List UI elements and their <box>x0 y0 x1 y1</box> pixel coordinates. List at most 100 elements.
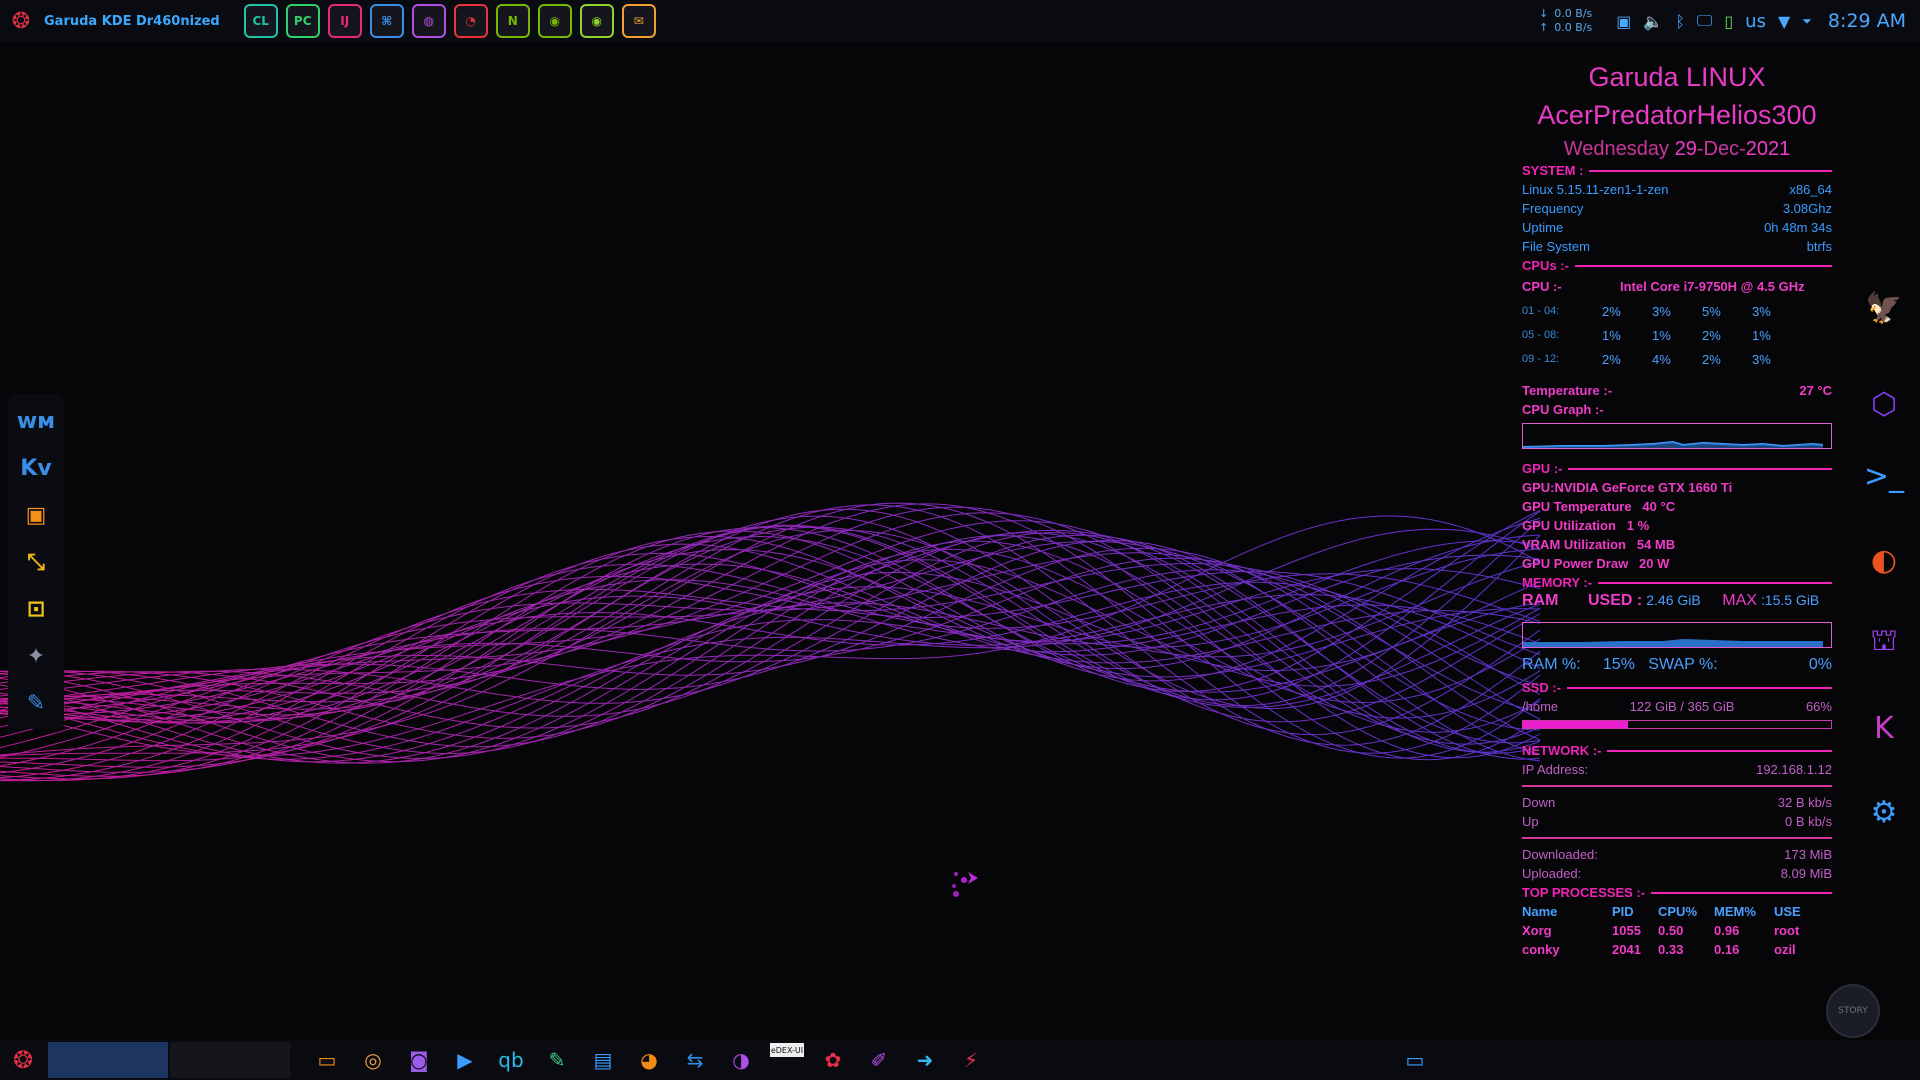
ram-graph <box>1522 622 1832 648</box>
terminal-icon[interactable]: >_ <box>1858 450 1910 502</box>
story-badge[interactable]: STORY <box>1826 984 1880 1038</box>
teamviewer-icon[interactable]: ⇆ <box>678 1043 712 1077</box>
raspberry-icon[interactable]: ✿ <box>816 1043 850 1077</box>
core-usage: 3% <box>1752 351 1771 367</box>
downloaded-row: Downloaded: 173 MiB <box>1522 847 1832 862</box>
core-usage: 4% <box>1652 351 1671 367</box>
left-dock: ᴡᴍ Kv ▣ ⤡ ⊡ ✦ ✎ <box>8 394 64 729</box>
core-range-label: 05 - 08: <box>1522 329 1560 341</box>
process-cell: 0.33 <box>1658 942 1684 957</box>
network-app-icon[interactable]: ⊡ <box>16 589 56 629</box>
cpu-graph <box>1522 423 1832 449</box>
keyboard-layout[interactable]: us <box>1745 11 1766 32</box>
arrows-app-icon[interactable]: ⤡ <box>16 542 56 582</box>
garuda-eagle-icon[interactable]: 🦅 <box>1858 282 1910 334</box>
monitor-icon[interactable]: 🖵 <box>1697 11 1712 31</box>
core-usage: 2% <box>1602 303 1621 319</box>
chrome-icon[interactable]: ◎ <box>356 1043 390 1077</box>
core-usage: 5% <box>1702 303 1721 319</box>
taskbar-apps: ▭ ◎ ◙ ▶ qb ✎ ▤ ◕ ⇆ ◑ eDEX-UI ✿ ✐ ➜ ⚡ <box>304 1043 994 1077</box>
video-call-icon[interactable]: ▶ <box>448 1043 482 1077</box>
nvidia-settings-icon[interactable]: N <box>495 4 530 38</box>
waveform-app-icon[interactable]: ᴡᴍ <box>16 401 56 441</box>
file-manager-icon[interactable]: ▭ <box>310 1043 344 1077</box>
bluetooth-icon[interactable]: ᛒ <box>1675 12 1685 31</box>
github-icon[interactable]: ◍ <box>411 4 446 38</box>
wifi-icon[interactable]: ▼ <box>1778 12 1790 31</box>
launcher-bar: CL PC IJ ⌘ ◍ ◔ N ◉ ◉ ✉ <box>240 4 660 38</box>
distro-name: Garuda LINUX <box>1588 62 1766 92</box>
store-bag-icon[interactable]: ⛫ <box>1858 616 1910 668</box>
kdenlive-icon[interactable]: Kv <box>16 448 56 488</box>
cpu-core-grid: 01 - 04: 2% 3% 5% 3% 05 - 08: 1% 1% 2% 1% 09 - 12:… <box>1522 299 1832 371</box>
process-row: Xorg 1055 0.50 0.96 root <box>1522 921 1832 940</box>
cpu-core-row: 01 - 04: 2% 3% 5% 3% <box>1522 299 1832 323</box>
process-column-header: CPU% <box>1658 904 1698 919</box>
process-header-row: Name PID CPU% MEM% USE <box>1522 902 1832 921</box>
ssd-section-header: SSD :- <box>1522 678 1832 697</box>
cpu-core-row: 09 - 12: 2% 4% 2% 3% <box>1522 347 1832 371</box>
battery-icon[interactable]: ▯ <box>1724 12 1733 31</box>
clion-icon[interactable]: CL <box>243 4 278 38</box>
feather-icon[interactable]: ✎ <box>16 683 56 723</box>
core-usage: 2% <box>1702 327 1721 343</box>
gpu-temp-row: GPU Temperature 40 °C <box>1522 499 1676 514</box>
garuda-start-icon[interactable]: ❂ <box>6 1043 40 1077</box>
cpu-model-row: CPU :- Intel Core i7-9750H @ 4.5 GHz <box>1522 279 1805 294</box>
divider <box>1522 837 1832 839</box>
speedometer-icon[interactable]: ◔ <box>453 4 488 38</box>
discord-icon[interactable]: ◙ <box>402 1043 436 1077</box>
bottom-panel: ❂ ▭ ◎ ◙ ▶ qb ✎ ▤ ◕ ⇆ ◑ eDEX-UI ✿ ✐ ➜ ⚡ ▭ <box>0 1040 1920 1080</box>
qbittorrent-icon[interactable]: qb <box>494 1043 528 1077</box>
process-row: conky 2041 0.33 0.16 ozil <box>1522 940 1832 959</box>
process-cell: conky <box>1522 942 1560 957</box>
virtualbox-icon[interactable]: ▣ <box>16 495 56 535</box>
gpu-power-row: GPU Power Draw 20 W <box>1522 556 1670 571</box>
flash-icon[interactable]: ⚡ <box>954 1043 988 1077</box>
disk-icon[interactable]: ▤ <box>586 1043 620 1077</box>
filesystem-row: File System btrfs <box>1522 239 1832 254</box>
send-icon[interactable]: ➜ <box>908 1043 942 1077</box>
settings-gear-icon[interactable]: ⚙ <box>1858 786 1910 838</box>
task-active[interactable] <box>48 1042 168 1078</box>
intellij-icon[interactable]: IJ <box>327 4 362 38</box>
date-day: Wednesday <box>1563 138 1670 160</box>
pen-icon[interactable]: ✐ <box>862 1043 896 1077</box>
tray-expand-icon[interactable]: ⏷ <box>1802 14 1812 29</box>
dragon-icon[interactable]: ◐ <box>1858 534 1910 586</box>
frequency-row: Frequency 3.08Ghz <box>1522 201 1832 216</box>
date: Wednesday 29-Dec-2021 <box>1522 138 1832 161</box>
process-table: Name PID CPU% MEM% USE Xorg 1055 0.50 0.96 root co… <box>1522 902 1832 959</box>
kde-connect-icon[interactable]: K <box>1858 702 1910 754</box>
pycharm-icon[interactable]: PC <box>285 4 320 38</box>
processes-section-header: TOP PROCESSES :- <box>1522 883 1832 902</box>
ip-row: IP Address: 192.168.1.12 <box>1522 762 1832 777</box>
core-usage: 2% <box>1702 351 1721 367</box>
nvidia-icon[interactable]: ◉ <box>537 4 572 38</box>
process-cell: 2041 <box>1612 942 1641 957</box>
partition-icon[interactable]: ◕ <box>632 1043 666 1077</box>
down-row: Down 32 B kb/s <box>1522 795 1832 810</box>
vscode-icon[interactable]: ⌘ <box>369 4 404 38</box>
garuda-assistant-icon[interactable]: ⬡ <box>1858 378 1910 430</box>
task-inactive[interactable] <box>170 1042 290 1078</box>
divider <box>1522 785 1832 787</box>
memory-section-header: MEMORY :- <box>1522 573 1832 592</box>
show-desktop-icon[interactable]: ▭ <box>1398 1043 1432 1077</box>
obs-icon[interactable]: ◑ <box>724 1043 758 1077</box>
net-arrows-icon: ↓ ↑ <box>1539 7 1549 34</box>
edex-icon[interactable]: eDEX-UI <box>770 1043 804 1057</box>
usb-writer-icon[interactable]: ✎ <box>540 1043 574 1077</box>
globe-mail-icon[interactable]: ✉ <box>621 4 656 38</box>
garuda-menu-icon[interactable]: ❂ <box>6 6 36 36</box>
nvidia-x-icon[interactable]: ◉ <box>579 4 614 38</box>
net-up: 0.0 B/s <box>1554 21 1593 34</box>
core-range-label: 01 - 04: <box>1522 305 1560 317</box>
volume-icon[interactable]: 🔈 <box>1643 12 1663 31</box>
display-icon[interactable]: ▣ <box>1616 12 1631 31</box>
predator-icon[interactable]: ✦ <box>16 636 56 676</box>
disk-row: /home 122 GiB / 365 GiB 66% <box>1522 699 1832 714</box>
clock[interactable]: 8:29 AM <box>1828 10 1906 32</box>
process-cell: 0.16 <box>1714 942 1740 957</box>
uploaded-row: Uploaded: 8.09 MiB <box>1522 866 1832 881</box>
